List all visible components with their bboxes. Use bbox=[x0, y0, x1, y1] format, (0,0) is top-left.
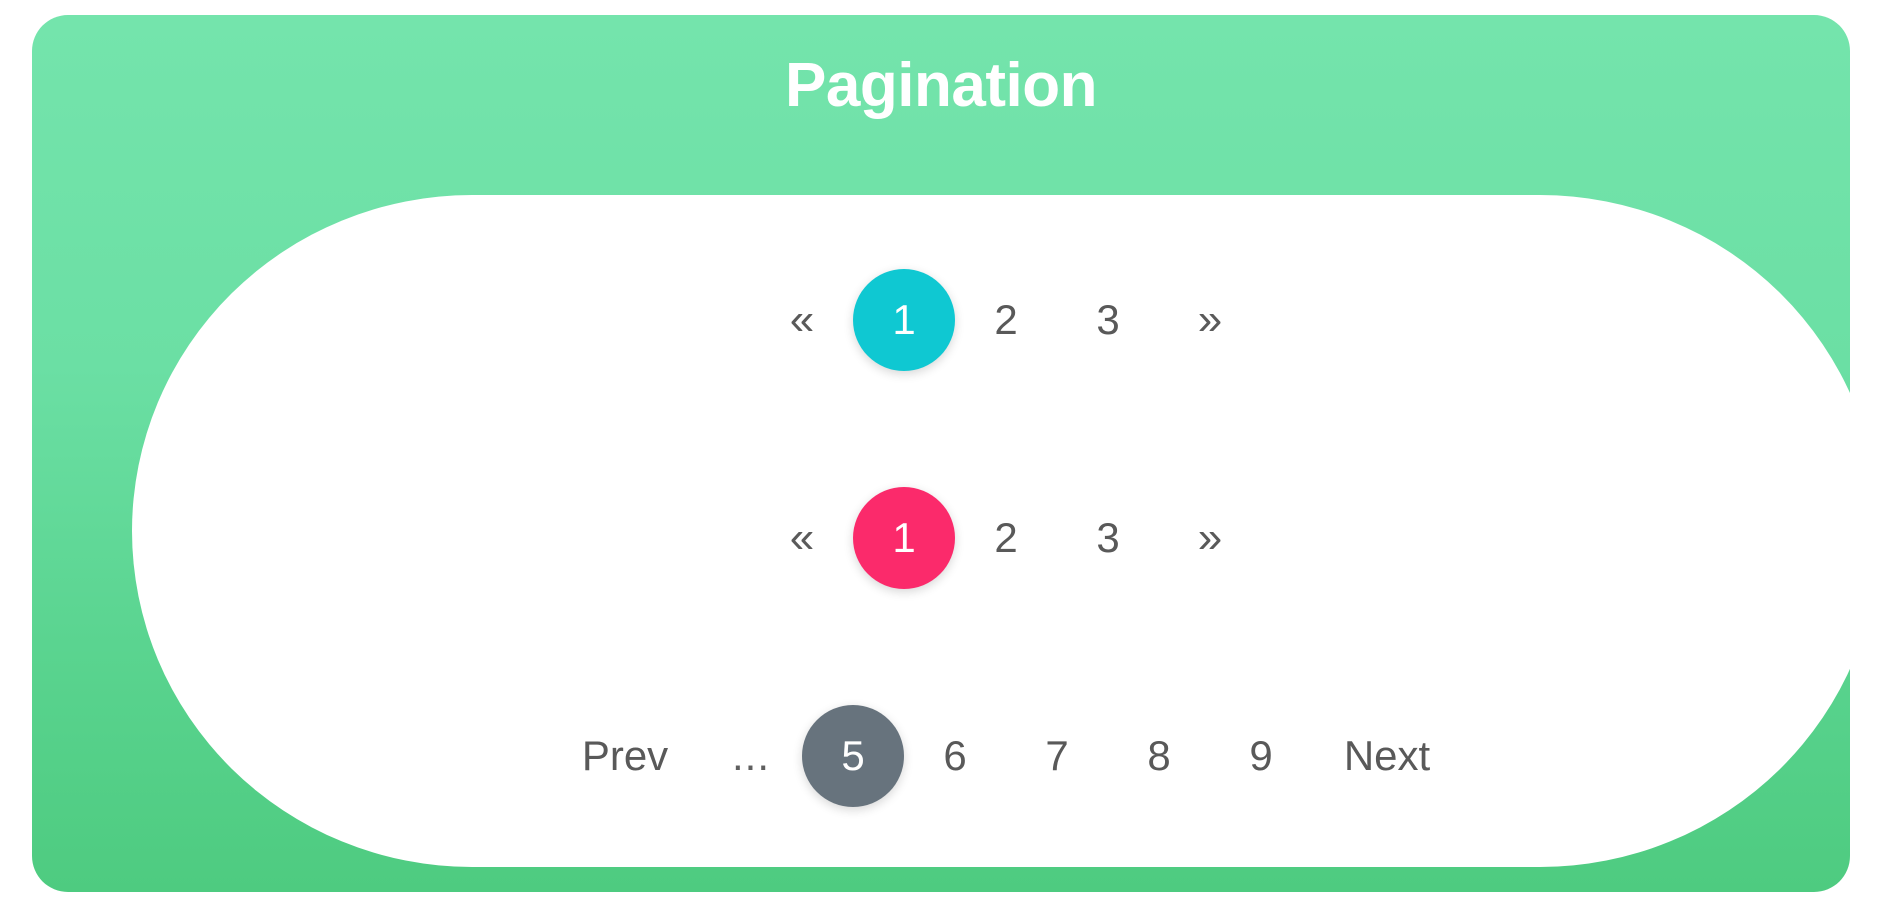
pagination-cyan: «1 2 3» bbox=[132, 269, 1880, 371]
page-3[interactable]: 3 bbox=[1057, 269, 1159, 371]
prev-page-icon[interactable]: « bbox=[751, 269, 853, 371]
page-1[interactable]: 1 bbox=[853, 487, 955, 589]
prev-button[interactable]: Prev bbox=[550, 705, 700, 807]
next-button[interactable]: Next bbox=[1312, 705, 1462, 807]
pagination-pink: «1 2 3» bbox=[132, 487, 1880, 589]
page-ellipsis: ... bbox=[700, 705, 802, 807]
pagination-gray: Prev... 5 6 7 8 9 Next bbox=[132, 705, 1880, 807]
page-title: Pagination bbox=[785, 51, 1097, 120]
page-2[interactable]: 2 bbox=[955, 269, 1057, 371]
prev-page-icon[interactable]: « bbox=[751, 487, 853, 589]
page-5[interactable]: 5 bbox=[802, 705, 904, 807]
next-page-icon[interactable]: » bbox=[1159, 269, 1261, 371]
page-3[interactable]: 3 bbox=[1057, 487, 1159, 589]
page-1[interactable]: 1 bbox=[853, 269, 955, 371]
page-9[interactable]: 9 bbox=[1210, 705, 1312, 807]
page-7[interactable]: 7 bbox=[1006, 705, 1108, 807]
next-page-icon[interactable]: » bbox=[1159, 487, 1261, 589]
pagination-card: «1 2 3» «1 2 3» Prev... 5 6 7 8 9 Next bbox=[132, 195, 1880, 867]
page-2[interactable]: 2 bbox=[955, 487, 1057, 589]
pagination-panel: Pagination «1 2 3» «1 2 3» Prev... 5 6 7 8 9 Next bbox=[32, 15, 1880, 892]
page-8[interactable]: 8 bbox=[1108, 705, 1210, 807]
page-6[interactable]: 6 bbox=[904, 705, 1006, 807]
